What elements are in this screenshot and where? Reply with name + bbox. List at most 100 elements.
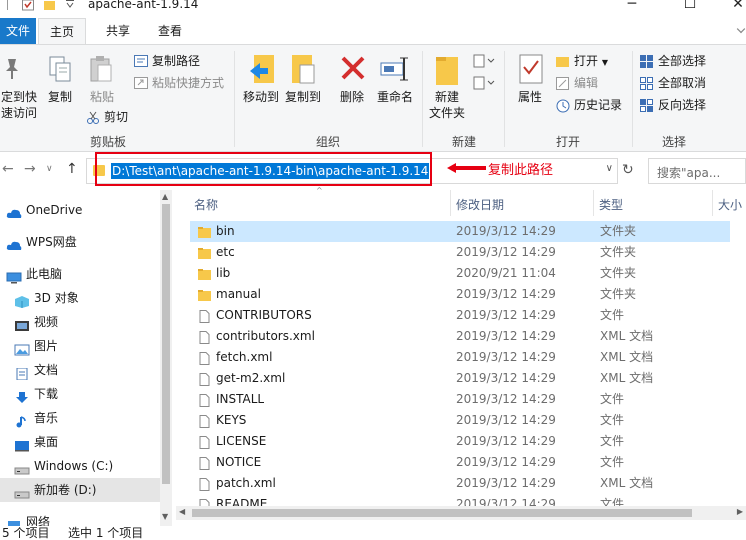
tab-home[interactable]: 主页 — [38, 18, 86, 44]
tab-view[interactable]: 查看 — [148, 18, 192, 44]
minimize-button[interactable]: ─ — [622, 0, 642, 12]
copy-path-button[interactable]: 复制路径 — [152, 53, 200, 69]
paste-button[interactable]: 粘贴 — [86, 89, 118, 105]
nav-item[interactable]: 视频 — [0, 310, 160, 334]
scroll-left-icon[interactable]: ◀ — [179, 507, 185, 516]
nav-item[interactable]: Windows (C:) — [0, 454, 160, 478]
maximize-button[interactable]: ☐ — [680, 0, 700, 12]
ribbon-expand-icon[interactable] — [736, 24, 746, 34]
chevron-down-icon[interactable] — [64, 0, 76, 12]
table-row[interactable]: LICENSE 2019/3/12 14:29 文件 — [190, 431, 730, 452]
file-date: 2019/3/12 14:29 — [456, 371, 556, 385]
file-name: get-m2.xml — [216, 371, 286, 385]
table-row[interactable]: contributors.xml 2019/3/12 14:29 XML 文档 — [190, 326, 730, 347]
table-row[interactable]: KEYS 2019/3/12 14:29 文件 — [190, 410, 730, 431]
file-type: 文件 — [600, 392, 625, 406]
edit-icon — [556, 77, 569, 90]
select-all-button[interactable]: 全部选择 — [658, 53, 706, 69]
open-icon — [556, 57, 569, 67]
rename-icon — [380, 57, 408, 81]
nav-item[interactable]: 文档 — [0, 358, 160, 382]
nav-item[interactable]: 3D 对象 — [0, 286, 160, 310]
forward-button[interactable]: → — [24, 161, 36, 177]
select-none-button[interactable]: 全部取消 — [658, 75, 706, 91]
column-name[interactable]: 名称 — [194, 196, 218, 213]
file-date: 2019/3/12 14:29 — [456, 434, 556, 448]
invert-selection-button[interactable]: 反向选择 — [658, 97, 706, 113]
copy-button[interactable]: 复制 — [44, 89, 76, 105]
separator-icon — [7, 0, 8, 10]
column-divider[interactable] — [450, 190, 451, 216]
pin-quick-access-button[interactable]: 定到快 速访问 — [0, 89, 38, 121]
paste-shortcut-icon — [134, 77, 148, 89]
column-divider[interactable] — [593, 190, 594, 216]
back-button[interactable]: ← — [2, 161, 14, 177]
nav-item[interactable]: 下载 — [0, 382, 160, 406]
edit-button[interactable]: 编辑 — [574, 75, 598, 91]
table-row[interactable]: fetch.xml 2019/3/12 14:29 XML 文档 — [190, 347, 730, 368]
table-row[interactable]: manual 2019/3/12 14:29 文件夹 — [190, 284, 730, 305]
easy-access-icon[interactable] — [472, 75, 496, 93]
table-row[interactable]: bin 2019/3/12 14:29 文件夹 — [190, 221, 730, 242]
nav-item[interactable]: 桌面 — [0, 430, 160, 454]
scrollbar-thumb[interactable] — [192, 509, 692, 517]
nav-item[interactable]: 此电脑 — [0, 262, 160, 286]
nav-item[interactable]: WPS网盘 — [0, 230, 160, 254]
table-row[interactable]: INSTALL 2019/3/12 14:29 文件 — [190, 389, 730, 410]
properties-icon — [519, 54, 543, 84]
tab-share[interactable]: 共享 — [96, 18, 140, 44]
properties-button[interactable]: 属性 — [512, 89, 548, 105]
video-icon — [14, 316, 29, 331]
new-group-label: 新建 — [451, 135, 476, 149]
nav-item[interactable]: OneDrive — [0, 198, 160, 222]
table-row[interactable]: etc 2019/3/12 14:29 文件夹 — [190, 242, 730, 263]
cloud-icon — [6, 204, 22, 218]
copy-to-button[interactable]: 复制到 — [282, 89, 324, 105]
cut-button[interactable]: 剪切 — [104, 109, 128, 125]
file-name: fetch.xml — [216, 350, 273, 364]
properties-check-icon[interactable] — [22, 0, 34, 12]
tab-file[interactable]: 文件 — [0, 18, 36, 44]
column-size[interactable]: 大小 — [718, 196, 742, 213]
scroll-up-icon[interactable]: ▲ — [162, 192, 168, 201]
column-type[interactable]: 类型 — [599, 196, 623, 213]
table-row[interactable]: NOTICE 2019/3/12 14:29 文件 — [190, 452, 730, 473]
table-row[interactable]: lib 2020/9/21 11:04 文件夹 — [190, 263, 730, 284]
refresh-button[interactable]: ↻ — [622, 162, 634, 178]
scroll-down-icon[interactable]: ▼ — [162, 512, 168, 521]
table-row[interactable]: CONTRIBUTORS 2019/3/12 14:29 文件 — [190, 305, 730, 326]
nav-item-label: 此电脑 — [26, 267, 63, 281]
nav-item[interactable]: 图片 — [0, 334, 160, 358]
search-input[interactable]: 搜索"apa... — [648, 158, 746, 184]
move-to-button[interactable]: 移动到 — [240, 89, 282, 105]
file-name: contributors.xml — [216, 329, 315, 343]
file-type: 文件 — [600, 434, 625, 448]
nav-scrollbar[interactable]: ▲ ▼ — [160, 190, 172, 526]
new-folder-button[interactable]: 新建 文件夹 — [426, 89, 468, 121]
file-date: 2019/3/12 14:29 — [456, 287, 556, 301]
delete-button[interactable]: 删除 — [336, 89, 368, 105]
table-row[interactable]: patch.xml 2019/3/12 14:29 XML 文档 — [190, 473, 730, 494]
file-list-hscrollbar[interactable]: ◀ ▶ — [176, 506, 746, 520]
column-modified[interactable]: 修改日期 — [456, 196, 504, 213]
scroll-right-icon[interactable]: ▶ — [737, 507, 743, 516]
scrollbar-thumb[interactable] — [162, 204, 170, 484]
organize-group-label: 组织 — [315, 135, 340, 149]
column-divider[interactable] — [712, 190, 713, 216]
rename-button[interactable]: 重命名 — [374, 89, 416, 105]
close-button[interactable]: ✕ — [728, 0, 746, 12]
table-row[interactable]: get-m2.xml 2019/3/12 14:29 XML 文档 — [190, 368, 730, 389]
paste-shortcut-button[interactable]: 粘贴快捷方式 — [152, 75, 224, 91]
up-button[interactable]: ↑ — [66, 161, 78, 177]
cloud-icon — [6, 236, 22, 250]
open-button[interactable]: 打开 ▼ — [574, 53, 608, 71]
history-button[interactable]: 历史记录 — [574, 97, 622, 113]
nav-item[interactable]: 新加卷 (D:) — [0, 478, 160, 502]
nav-item-label: 3D 对象 — [34, 291, 79, 305]
new-folder-quick-icon[interactable] — [44, 0, 56, 12]
nav-item[interactable]: 音乐 — [0, 406, 160, 430]
new-item-icon[interactable] — [472, 53, 496, 71]
chevron-down-icon[interactable]: ∨ — [606, 163, 613, 174]
recent-locations-button[interactable]: ∨ — [46, 164, 53, 174]
open-group-label: 打开 — [555, 135, 580, 149]
